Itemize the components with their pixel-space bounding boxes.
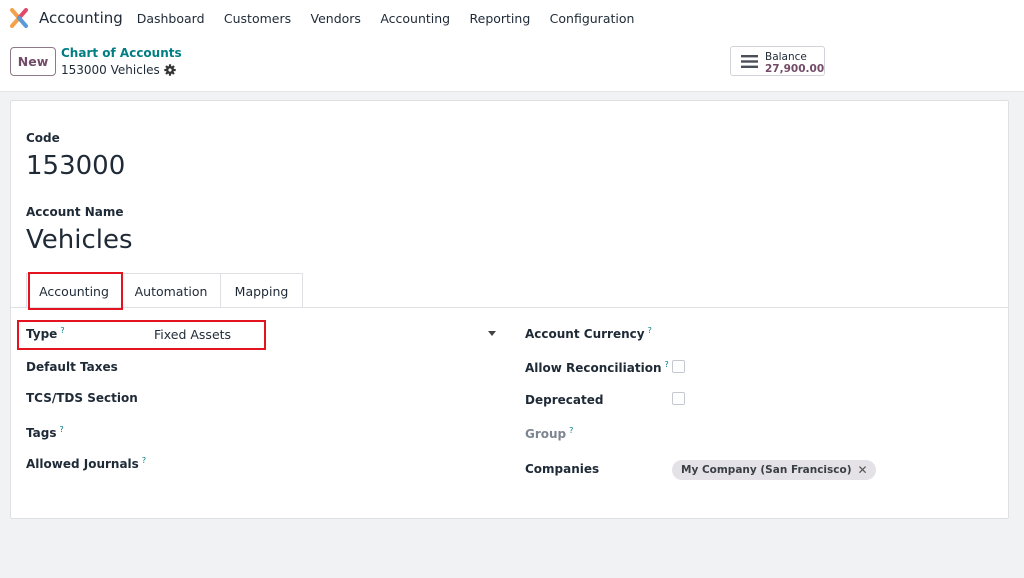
- menu-customers[interactable]: Customers: [224, 11, 291, 26]
- default-taxes-label: Default Taxes: [26, 360, 118, 374]
- form-sheet: Code 153000 Account Name Vehicles Accoun…: [10, 100, 1009, 519]
- breadcrumb-current: 153000 Vehicles: [61, 63, 176, 77]
- app-logo-icon[interactable]: [9, 8, 29, 28]
- highlight-type-field: [17, 320, 266, 350]
- breadcrumb-current-label: 153000 Vehicles: [61, 63, 160, 77]
- help-icon[interactable]: ?: [142, 456, 146, 465]
- top-navbar: Accounting Dashboard Customers Vendors A…: [0, 0, 1024, 36]
- tab-automation[interactable]: Automation: [122, 273, 221, 308]
- account-name-label: Account Name: [26, 205, 124, 219]
- balance-label: Balance: [765, 51, 807, 63]
- group-label: Group?: [525, 426, 574, 441]
- code-value[interactable]: 153000: [26, 151, 125, 181]
- allowed-journals-label: Allowed Journals?: [26, 456, 147, 471]
- help-icon[interactable]: ?: [648, 326, 652, 335]
- highlight-accounting-tab: [28, 272, 123, 310]
- deprecated-label: Deprecated: [525, 393, 604, 407]
- menu-reporting[interactable]: Reporting: [470, 11, 531, 26]
- app-title[interactable]: Accounting: [39, 9, 123, 27]
- tab-mapping[interactable]: Mapping: [221, 273, 303, 308]
- chevron-down-icon[interactable]: [488, 331, 496, 336]
- help-icon[interactable]: ?: [569, 426, 573, 435]
- help-icon[interactable]: ?: [665, 360, 669, 369]
- allow-reconciliation-checkbox[interactable]: [672, 360, 685, 373]
- control-panel: New Chart of Accounts 153000 Vehicles Ba…: [0, 36, 1024, 92]
- menu-bars-icon: [741, 55, 758, 68]
- company-tag-label: My Company (San Francisco): [681, 464, 852, 476]
- menu-configuration[interactable]: Configuration: [550, 11, 635, 26]
- code-label: Code: [26, 131, 60, 145]
- deprecated-checkbox[interactable]: [672, 392, 685, 405]
- new-button[interactable]: New: [10, 47, 56, 76]
- account-currency-label: Account Currency?: [525, 326, 652, 341]
- companies-label: Companies: [525, 462, 600, 476]
- main-menu: Dashboard Customers Vendors Accounting R…: [127, 11, 644, 26]
- tab-divider: [11, 307, 1008, 308]
- gear-icon[interactable]: [164, 64, 176, 76]
- breadcrumb-parent[interactable]: Chart of Accounts: [61, 46, 182, 60]
- allow-reconciliation-label: Allow Reconciliation?: [525, 360, 669, 375]
- close-icon[interactable]: ✕: [858, 463, 868, 477]
- tcs-tds-label: TCS/TDS Section: [26, 391, 138, 405]
- menu-accounting[interactable]: Accounting: [380, 11, 450, 26]
- account-name-value[interactable]: Vehicles: [26, 225, 133, 255]
- help-icon[interactable]: ?: [59, 425, 63, 434]
- tags-label: Tags?: [26, 425, 64, 440]
- menu-vendors[interactable]: Vendors: [311, 11, 361, 26]
- company-tag: My Company (San Francisco) ✕: [672, 460, 876, 480]
- balance-value: 27,900.00: [765, 63, 825, 75]
- menu-dashboard[interactable]: Dashboard: [137, 11, 205, 26]
- balance-button[interactable]: Balance 27,900.00: [730, 46, 825, 76]
